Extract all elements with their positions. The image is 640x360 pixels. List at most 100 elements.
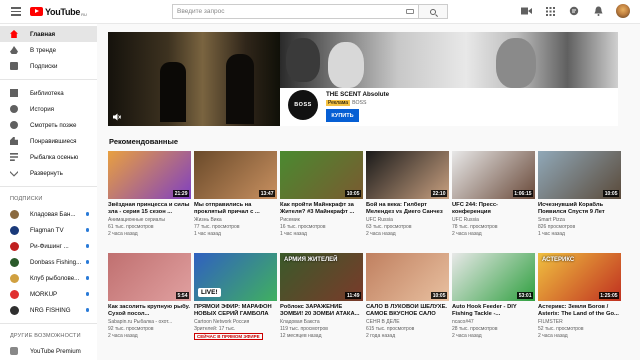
video-thumbnail[interactable]: 1:06:15: [452, 151, 535, 199]
sidebar-channel[interactable]: Кладовая Бан...: [0, 206, 97, 222]
video-age: 2 часа назад: [108, 333, 138, 339]
video-title[interactable]: Мы отправились на проклятый причал с ...: [194, 202, 277, 216]
video-thumbnail[interactable]: 13:47: [194, 151, 277, 199]
keyboard-icon[interactable]: [406, 9, 414, 14]
sidebar-item-premium[interactable]: YouTube Premium: [0, 343, 97, 359]
sidebar-channel[interactable]: Ри-Фишинг ...: [0, 238, 97, 254]
sidebar-channel[interactable]: Flagman TV: [0, 222, 97, 238]
video-channel[interactable]: UFC Russia: [366, 217, 449, 223]
video-title[interactable]: Астерикс: Земля Богов / Asterix: The Lan…: [538, 304, 621, 318]
video-title[interactable]: Как пройти Майнкрафт за Жителя? #3 Майнк…: [280, 202, 363, 216]
video-thumbnail[interactable]: 22:10: [366, 151, 449, 199]
video-title[interactable]: Роблокс ЗАРАЖЕНИЕ ЗОМБИ! 20 ЗОМБИ АТАКА.…: [280, 304, 363, 318]
video-thumbnail[interactable]: 10:05: [538, 151, 621, 199]
video-title[interactable]: UFC 244: Пресс-конференция: [452, 202, 535, 216]
sidebar-channel[interactable]: Donbass Fishing...: [0, 254, 97, 270]
apps-icon[interactable]: [544, 5, 556, 17]
search-input[interactable]: Введите запрос: [172, 4, 418, 19]
ad-banner-image[interactable]: [280, 32, 618, 88]
channel-avatar: [10, 289, 19, 299]
video-title[interactable]: Бой на века: Гилберт Мелендез vs Диего С…: [366, 202, 449, 216]
video-channel[interactable]: Кладовая Бакста: [280, 319, 363, 325]
notifications-icon[interactable]: [592, 5, 604, 17]
ad-title[interactable]: THE SCENT Absolute: [326, 91, 389, 98]
sidebar-item-history[interactable]: История: [0, 101, 97, 117]
video-thumbnail[interactable]: 10:05: [366, 253, 449, 301]
video-duration: 11:49: [345, 292, 361, 299]
new-content-dot: [85, 244, 89, 248]
sidebar-item-home[interactable]: Главная: [0, 26, 97, 42]
sidebar-channel[interactable]: Клуб рыболове...: [0, 270, 97, 286]
thumbnail-overlay-text: АСТЕРИКС: [542, 257, 575, 263]
library-icon: [10, 89, 18, 97]
more-heading: ДРУГИЕ ВОЗМОЖНОСТИ: [10, 333, 81, 339]
video-title[interactable]: САЛО В ЛУКОВОЙ ШЕЛУХЕ. САМОЕ ВКУСНОЕ САЛ…: [366, 304, 449, 318]
video-title[interactable]: Звёздная принцесса и силы зла - серия 15…: [108, 202, 191, 216]
video-thumbnail[interactable]: АСТЕРИКС 1:25:05: [538, 253, 621, 301]
sidebar-item-label: Библиотека: [30, 89, 64, 97]
video-channel[interactable]: ncaco#47: [452, 319, 535, 325]
video-title[interactable]: Исчезнувший Корабль Появился Спустя 9 Ле…: [538, 202, 621, 216]
search-button[interactable]: [418, 4, 448, 19]
ad-video-figure: [226, 54, 254, 124]
ad-info: BOSS THE SCENT Absolute Реклама BOSS КУП…: [288, 90, 618, 126]
sidebar: Главная В тренде Подписки Библиотека Ист…: [0, 24, 97, 360]
search-bar: Введите запрос: [172, 4, 448, 19]
sidebar-channel[interactable]: NRG FISHING: [0, 302, 97, 318]
home-icon: [10, 30, 18, 38]
sidebar-item-playlist[interactable]: Рыбалка осенью: [0, 149, 97, 165]
video-title[interactable]: Как засолить крупную рыбу. Сухой посол..…: [108, 304, 191, 318]
sidebar-item-label: YouTube Premium: [30, 347, 81, 355]
channel-avatar: [10, 305, 19, 315]
video-duration: 1:06:15: [512, 190, 533, 197]
video-age: 2 часа назад: [108, 231, 138, 237]
video-channel[interactable]: FILMSTER: [538, 319, 621, 325]
video-channel[interactable]: UFC Russia: [452, 217, 535, 223]
sidebar-item-subscriptions[interactable]: Подписки: [0, 58, 97, 74]
channel-avatar: [10, 273, 19, 283]
video-channel[interactable]: Cartoon Network Россия: [194, 319, 277, 325]
create-video-icon[interactable]: [520, 5, 532, 17]
video-views: 826 просмотров: [538, 224, 576, 230]
menu-icon[interactable]: [6, 2, 26, 22]
video-thumbnail[interactable]: АРМИЯ ЖИТЕЛЕЙ 11:49: [280, 253, 363, 301]
video-thumbnail[interactable]: LIVE!: [194, 253, 277, 301]
account-avatar[interactable]: [616, 4, 630, 18]
video-duration: 10:05: [345, 190, 361, 197]
sidebar-item-liked[interactable]: Понравившиеся: [0, 133, 97, 149]
video-channel[interactable]: СЕНЯ В ДЕЛЕ: [366, 319, 449, 325]
sidebar-channel[interactable]: MORKUP: [0, 286, 97, 302]
logo-text: YouTube: [45, 6, 81, 17]
video-title[interactable]: ПРЯМОЙ ЭФИР: МАРАФОН НОВЫХ СЕРИЙ ГАМБОЛА: [194, 304, 277, 318]
video-channel[interactable]: Smart Pizza: [538, 217, 621, 223]
sidebar-item-watch-later[interactable]: Смотреть позже: [0, 117, 97, 133]
video-title[interactable]: Auto Hook Feeder - DIY Fishing Tackle -.…: [452, 304, 535, 318]
video-thumbnail[interactable]: 10:05: [280, 151, 363, 199]
boss-logo[interactable]: BOSS: [288, 90, 318, 120]
mute-icon[interactable]: [113, 113, 121, 121]
sidebar-item-label: Смотреть позже: [30, 121, 77, 129]
video-channel[interactable]: Sabapin.ru Рыбалка - охот...: [108, 319, 191, 325]
channel-label: NRG FISHING: [30, 306, 71, 314]
video-channel[interactable]: Анимационные сериалы: [108, 217, 191, 223]
video-channel[interactable]: Жизнь Вика: [194, 217, 277, 223]
buy-button[interactable]: КУПИТЬ: [326, 109, 359, 122]
video-duration: 10:05: [603, 190, 619, 197]
video-duration: 5:54: [175, 292, 189, 299]
channel-label: Flagman TV: [30, 226, 64, 234]
messages-icon[interactable]: [568, 5, 580, 17]
sidebar-item-trending[interactable]: В тренде: [0, 42, 97, 58]
ad-video-player[interactable]: [108, 32, 280, 126]
youtube-logo[interactable]: YouTube RU: [30, 7, 87, 17]
video-thumbnail[interactable]: 21:29: [108, 151, 191, 199]
video-thumbnail[interactable]: 53:01: [452, 253, 535, 301]
video-thumbnail[interactable]: 5:54: [108, 253, 191, 301]
video-views: Зрителей: 17 тыс.: [194, 326, 236, 332]
video-views: 119 тыс. просмотров: [280, 326, 328, 332]
video-age: 2 часа назад: [366, 231, 396, 237]
video-channel[interactable]: Рисемик: [280, 217, 363, 223]
channel-avatar: [10, 225, 19, 235]
channel-avatar: [10, 241, 19, 251]
sidebar-item-library[interactable]: Библиотека: [0, 85, 97, 101]
sidebar-item-expand[interactable]: Развернуть: [0, 165, 97, 181]
